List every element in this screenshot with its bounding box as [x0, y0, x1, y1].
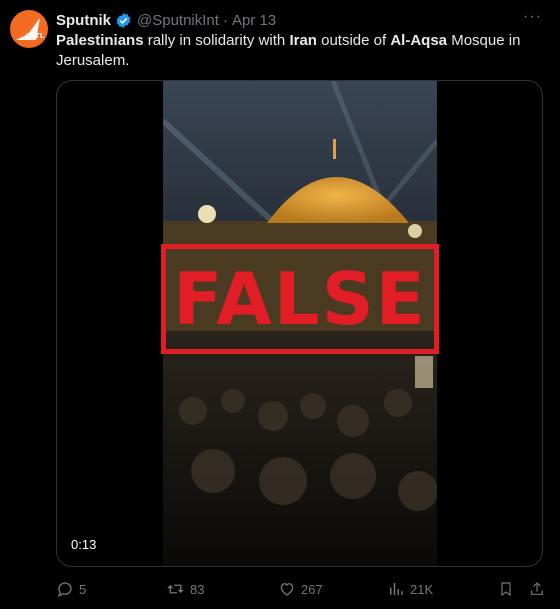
share-button[interactable]: [529, 578, 550, 600]
text-bold-iran: Iran: [289, 32, 317, 49]
more-horizontal-icon: ···: [523, 8, 542, 25]
retweet-icon: [167, 584, 184, 594]
like-count: 267: [301, 581, 323, 597]
media-container[interactable]: FALSE 0:13: [56, 80, 543, 567]
views-button[interactable]: 21K: [387, 578, 433, 600]
tweet[interactable]: INTL Sputnik @SputnikInt · Apr 13 ··· Pa…: [0, 0, 560, 609]
false-stamp-overlay: FALSE: [161, 244, 439, 354]
text-segment: outside of: [316, 32, 391, 49]
verified-badge-icon: [116, 12, 131, 28]
bookmark-button[interactable]: [498, 578, 519, 600]
reply-count: 5: [79, 581, 87, 597]
like-button[interactable]: 267: [278, 578, 323, 600]
tweet-text: Palestinians rally in solidarity with Ir…: [56, 31, 526, 71]
tweet-date[interactable]: Apr 13: [232, 12, 276, 29]
video-duration: 0:13: [65, 535, 103, 554]
separator-dot: ·: [222, 11, 228, 29]
views-count: 21K: [410, 581, 434, 597]
handle[interactable]: @SputnikInt: [137, 12, 219, 29]
sputnik-logo-icon: [16, 18, 40, 40]
heart-icon: [280, 583, 294, 596]
text-bold-palestinians: Palestinians: [56, 32, 144, 49]
avatar-label: INTL: [26, 32, 45, 40]
display-name[interactable]: Sputnik: [56, 12, 111, 29]
text-bold-al-aqsa: Al-Aqsa: [390, 32, 448, 49]
tweet-header: Sputnik @SputnikInt · Apr 13: [56, 10, 276, 30]
analytics-icon: [390, 583, 403, 595]
reply-button[interactable]: 5: [56, 578, 86, 600]
more-options-button[interactable]: ···: [523, 8, 542, 26]
retweet-button[interactable]: 83: [166, 578, 204, 600]
reply-icon: [57, 582, 72, 598]
bookmark-icon: [501, 582, 511, 597]
share-icon: [531, 582, 543, 595]
avatar[interactable]: INTL: [10, 10, 48, 48]
false-stamp-label: FALSE: [173, 257, 427, 341]
text-segment: rally in solidarity with: [143, 32, 290, 49]
action-bar: 5 83 267 21K: [56, 578, 546, 600]
retweet-count: 83: [190, 581, 205, 597]
